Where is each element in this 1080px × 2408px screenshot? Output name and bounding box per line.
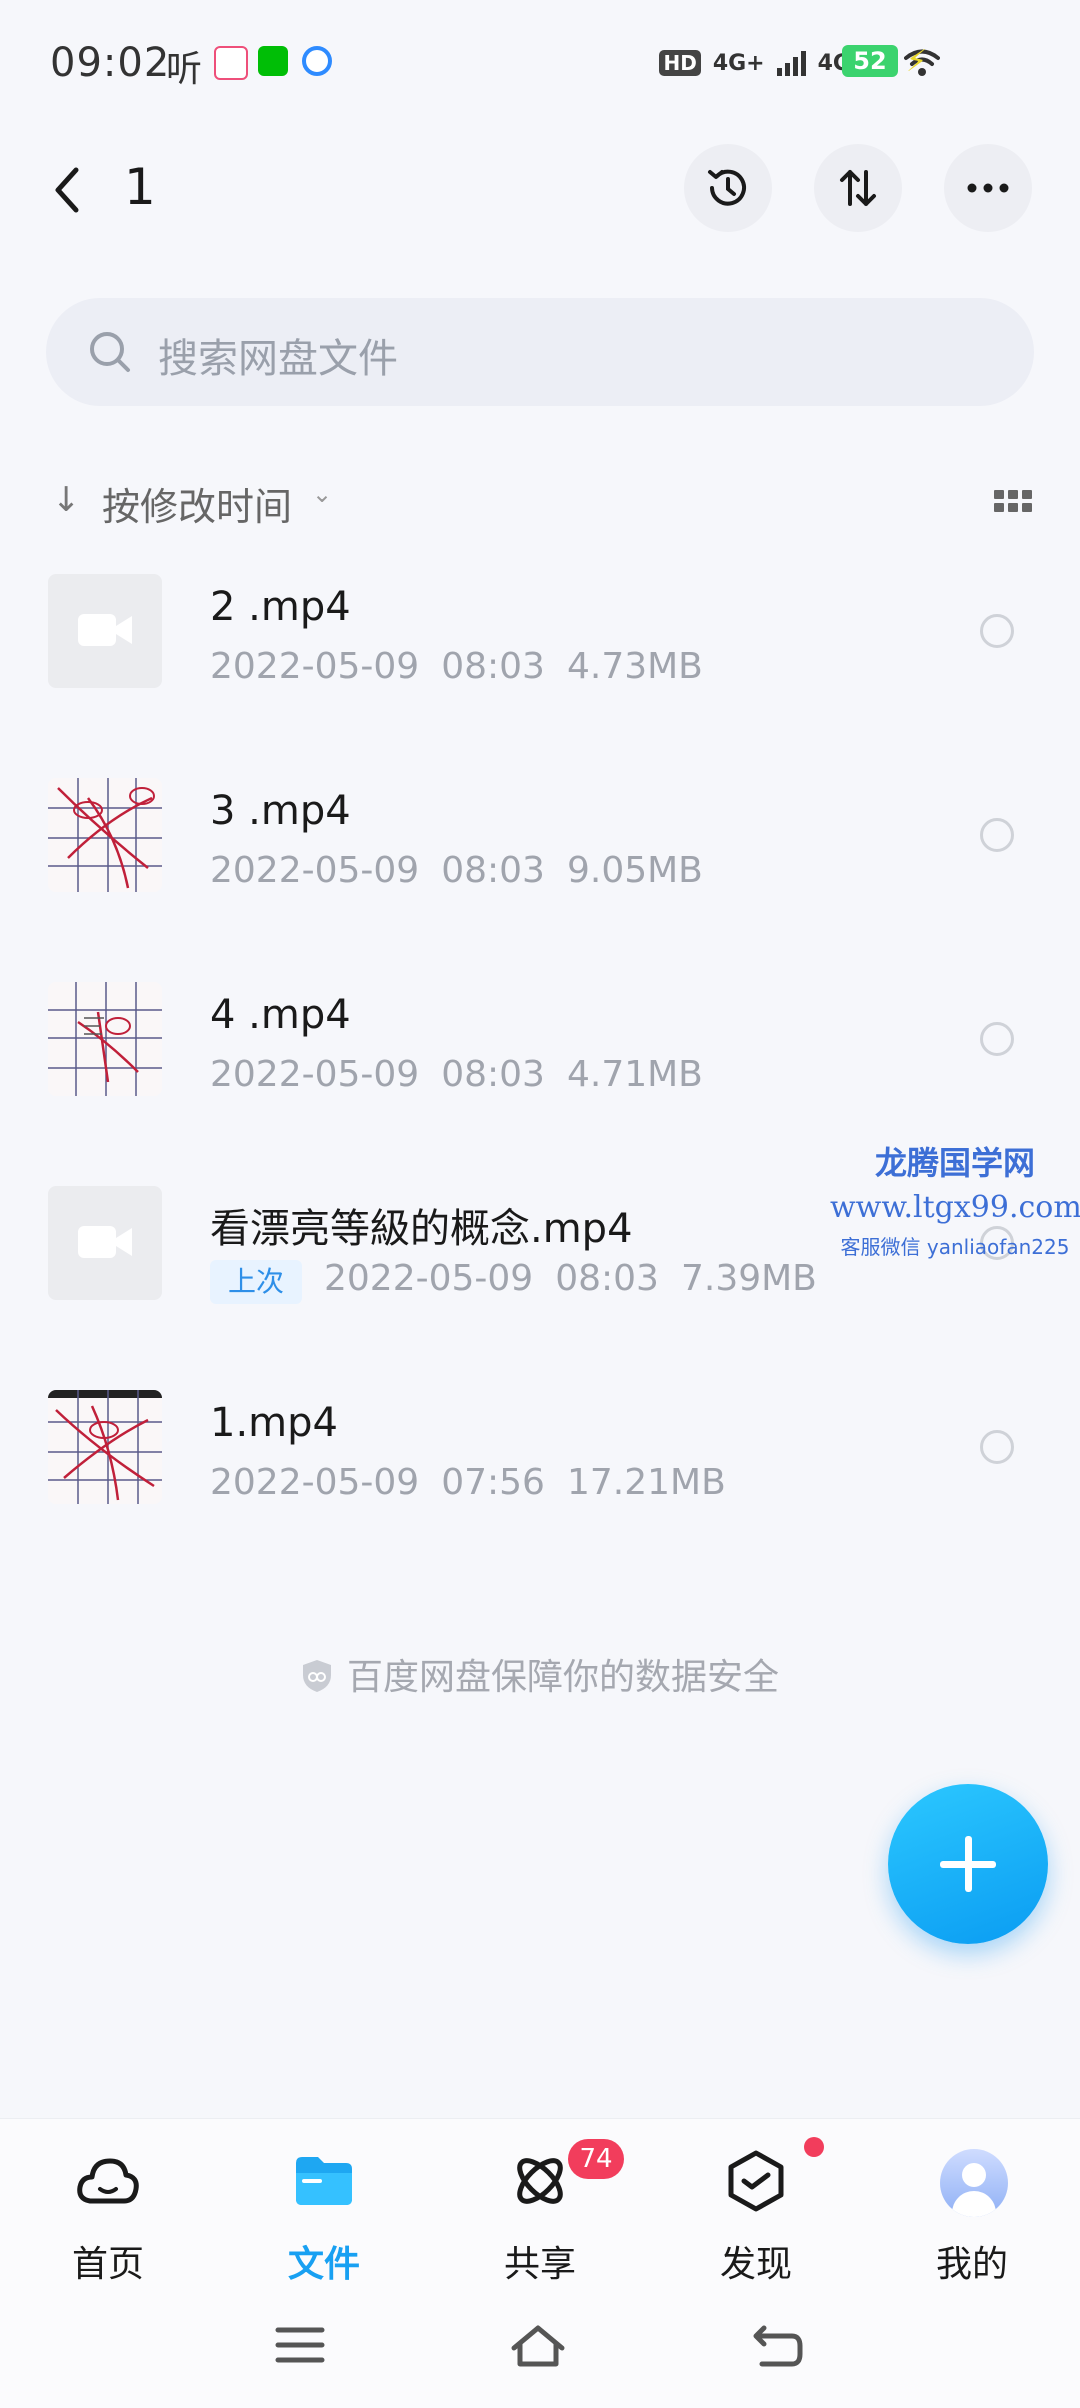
chart-thumbnail-image — [48, 982, 162, 1096]
nav-discover[interactable]: 发现 — [656, 2119, 856, 2289]
nav-share-label: 共享 — [503, 2244, 576, 2285]
signal-icon — [776, 50, 806, 76]
file-meta: 2022-05-09 08:03 7.39MB — [324, 1258, 839, 1299]
shield-icon — [302, 1660, 331, 1692]
file-row[interactable]: 2 .mp4 2022-05-09 08:03 4.73MB — [0, 574, 1080, 774]
file-name: 2 .mp4 — [210, 584, 351, 630]
nav-mine[interactable]: 我的 — [872, 2119, 1072, 2289]
more-icon — [967, 183, 1009, 193]
bilibili-notification-icon — [214, 46, 248, 80]
home-icon[interactable] — [508, 2320, 568, 2370]
watermark: 龙腾国学网 www.ltgx99.com 客服微信 yanliaofan225 — [830, 1138, 1080, 1260]
file-name: 1.mp4 — [210, 1400, 338, 1446]
nav-home-label: 首页 — [71, 2244, 144, 2285]
file-date: 2022-05-09 — [210, 646, 420, 687]
transfer-icon — [840, 170, 876, 206]
security-note-text: 百度网盘保障你的数据安全 — [346, 1657, 779, 1698]
file-time: 08:03 — [441, 646, 545, 687]
video-thumbnail-icon — [48, 574, 162, 688]
sort-by-label[interactable]: 按修改时间 — [102, 476, 292, 531]
share-count-badge: 74 — [568, 2139, 624, 2179]
file-size: 17.21MB — [566, 1462, 726, 1503]
back-arrow-icon[interactable] — [44, 162, 94, 218]
nav-files[interactable]: 文件 — [224, 2119, 424, 2289]
file-name: 3 .mp4 — [210, 788, 351, 834]
file-date: 2022-05-09 — [210, 1462, 420, 1503]
bottom-nav: 首页 文件 74 共享 发现 我的 — [0, 2118, 1080, 2289]
history-icon — [708, 169, 746, 206]
sort-direction-icon[interactable]: ↓ — [52, 480, 81, 520]
nav-home[interactable]: 首页 — [8, 2119, 208, 2289]
file-meta: 2022-05-09 08:03 4.73MB — [210, 646, 725, 687]
folder-icon — [296, 2157, 352, 2205]
transfer-button[interactable] — [814, 144, 902, 232]
nav-mine-label: 我的 — [935, 2244, 1008, 2285]
file-time: 07:56 — [441, 1462, 545, 1503]
chart-thumbnail-image — [48, 778, 162, 892]
nav-discover-label: 发现 — [719, 2244, 792, 2285]
file-meta: 2022-05-09 08:03 4.71MB — [210, 1054, 725, 1095]
netdisk-notification-icon — [302, 46, 332, 76]
nav-share[interactable]: 74 共享 — [440, 2119, 640, 2289]
file-size: 7.39MB — [680, 1258, 817, 1299]
menu-icon[interactable] — [270, 2320, 330, 2370]
hd-voice-icon: HD — [659, 50, 701, 76]
video-thumbnail-icon — [48, 1186, 162, 1300]
file-size: 4.73MB — [566, 646, 703, 687]
watermark-url: www.ltgx99.com — [830, 1190, 1080, 1225]
chart-thumbnail-image — [48, 1390, 162, 1504]
select-radio[interactable] — [980, 614, 1014, 648]
nav-files-label: 文件 — [287, 2244, 360, 2285]
file-name: 4 .mp4 — [210, 992, 351, 1038]
chevron-down-icon[interactable]: ⌄ — [312, 480, 332, 508]
search-placeholder: 搜索网盘文件 — [158, 336, 398, 382]
file-date: 2022-05-09 — [210, 1054, 420, 1095]
file-date: 2022-05-09 — [210, 850, 420, 891]
status-ting-label: 听 — [166, 49, 203, 90]
file-time: 08:03 — [441, 850, 545, 891]
file-time: 08:03 — [441, 1054, 545, 1095]
search-input[interactable]: 搜索网盘文件 — [46, 298, 1034, 406]
back-icon[interactable] — [748, 2320, 808, 2370]
grid-view-icon[interactable] — [994, 490, 1032, 512]
charging-icon: ⚡ — [906, 44, 928, 79]
select-radio[interactable] — [980, 1430, 1014, 1464]
status-bar: 09:02 听 HD 4G+ 4G 52 ⚡ — [0, 0, 1080, 110]
watermark-service: 客服微信 yanliaofan225 — [840, 1235, 1070, 1259]
notification-dot — [804, 2137, 824, 2157]
top-bar: 1 — [0, 130, 1080, 250]
file-meta: 2022-05-09 07:56 17.21MB — [210, 1462, 748, 1503]
avatar — [940, 2149, 1008, 2217]
status-time: 09:02 — [50, 40, 171, 86]
battery-icon: 52 — [842, 45, 898, 77]
file-row[interactable]: 1.mp4 2022-05-09 07:56 17.21MB — [0, 1390, 1080, 1590]
sort-row: ↓ 按修改时间 ⌄ — [52, 470, 1032, 530]
iqiyi-notification-icon — [258, 46, 288, 76]
watermark-title: 龙腾国学网 — [874, 1144, 1035, 1182]
file-size: 4.71MB — [566, 1054, 703, 1095]
select-radio[interactable] — [980, 818, 1014, 852]
cloud-icon — [77, 2158, 139, 2204]
file-size: 9.05MB — [566, 850, 703, 891]
last-played-badge: 上次 — [210, 1260, 302, 1304]
history-button[interactable] — [684, 144, 772, 232]
system-nav-bar — [0, 2288, 1080, 2408]
select-radio[interactable] — [980, 1022, 1014, 1056]
more-button[interactable] — [944, 144, 1032, 232]
file-date: 2022-05-09 — [324, 1258, 534, 1299]
folder-title: 1 — [124, 158, 156, 216]
file-time: 08:03 — [555, 1258, 659, 1299]
add-button[interactable] — [888, 1784, 1048, 1944]
discover-cube-icon — [728, 2150, 784, 2212]
network-type-1: 4G+ — [712, 50, 765, 76]
file-name: 看漂亮等級的概念.mp4 — [210, 1206, 633, 1252]
file-meta: 2022-05-09 08:03 9.05MB — [210, 850, 725, 891]
security-note: 百度网盘保障你的数据安全 — [0, 1648, 1080, 1700]
search-icon — [90, 332, 130, 372]
file-row[interactable]: 3 .mp4 2022-05-09 08:03 9.05MB — [0, 778, 1080, 978]
share-orbit-icon — [517, 2158, 563, 2204]
